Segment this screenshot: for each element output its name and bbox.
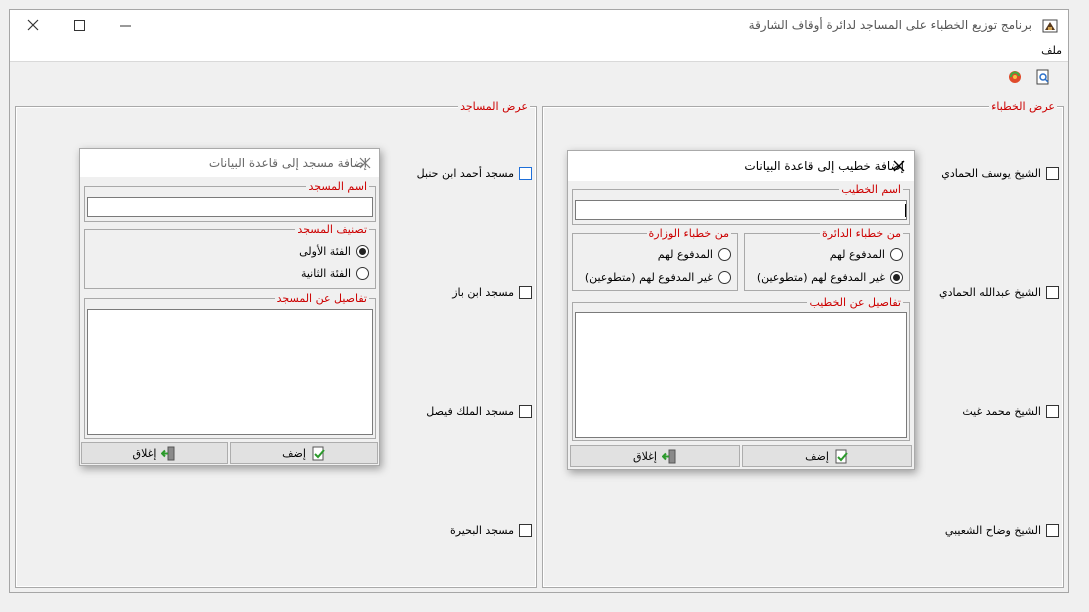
menu-file[interactable]: ملف — [1041, 44, 1062, 57]
add-mosque-dialog-titlebar[interactable]: إضافة مسجد إلى قاعدة البيانات — [80, 149, 379, 177]
exit-icon — [661, 449, 676, 463]
preacher-checkbox[interactable] — [1046, 524, 1059, 537]
preacher-name-input[interactable] — [575, 200, 907, 220]
mosque-details-textarea[interactable] — [87, 309, 373, 435]
minimize-icon — [119, 25, 131, 26]
category-first-option[interactable]: الفئة الأولى — [299, 245, 369, 258]
mosque-checkbox[interactable] — [519, 286, 532, 299]
maximize-icon — [73, 19, 85, 31]
add-icon — [835, 449, 848, 463]
preachers-panel-title: عرض الخطباء — [989, 100, 1057, 113]
mosque-checkbox[interactable] — [519, 167, 532, 180]
mosque-category-group: تصنيف المسجد الفئة الأولى الفئة الثانية — [84, 223, 376, 289]
radio-button[interactable] — [356, 245, 369, 258]
add-preacher-dialog-titlebar[interactable]: إضافة خطيب إلى قاعدة البيانات — [568, 151, 914, 181]
add-preacher-button[interactable]: إضف — [742, 445, 912, 467]
mosque-name-input[interactable] — [87, 197, 373, 217]
dept-unpaid-option[interactable]: غير المدفوع لهم (متطوعين) — [757, 271, 903, 284]
mosque-name-label: اسم المسجد — [306, 180, 369, 193]
mosque-item[interactable]: مسجد ابن باز — [452, 286, 532, 299]
preacher-name-label: اسم الخطيب — [839, 183, 903, 196]
mosque-category-label: تصنيف المسجد — [295, 223, 369, 236]
dept-preachers-group: من خطباء الدائرة المدفوع لهم غير المدفوع… — [744, 227, 910, 291]
radio-button[interactable] — [356, 267, 369, 280]
radio-button[interactable] — [718, 248, 731, 261]
add-preacher-dialog-title: إضافة خطيب إلى قاعدة البيانات — [744, 159, 904, 173]
add-mosque-dialog-title: إضافة مسجد إلى قاعدة البيانات — [208, 156, 367, 170]
mosque-details-label: تفاصيل عن المسجد — [274, 292, 369, 305]
menu-bar: ملف — [10, 42, 1068, 62]
add-preacher-dialog: إضافة خطيب إلى قاعدة البيانات اسم الخطيب… — [567, 150, 915, 470]
mosque-details-group: تفاصيل عن المسجد — [84, 292, 376, 439]
dept-paid-option[interactable]: المدفوع لهم — [830, 248, 903, 261]
mosque-checkbox[interactable] — [519, 405, 532, 418]
ministry-preachers-label: من خطباء الوزارة — [646, 227, 731, 240]
add-mosque-button[interactable]: إضف — [230, 442, 378, 464]
refresh-icon[interactable] — [1006, 68, 1024, 86]
app-icon — [1042, 19, 1058, 33]
close-icon — [27, 19, 39, 31]
window-title: برنامج توزيع الخطباء على المساجد لدائرة … — [748, 18, 1032, 32]
mosque-item[interactable]: مسجد الملك فيصل — [426, 405, 532, 418]
close-icon[interactable] — [893, 160, 905, 172]
ministry-preachers-group: من خطباء الوزارة المدفوع لهم غير المدفوع… — [572, 227, 738, 291]
preacher-checkbox[interactable] — [1046, 405, 1059, 418]
preview-icon[interactable] — [1034, 68, 1052, 86]
dept-preachers-label: من خطباء الدائرة — [819, 227, 903, 240]
preacher-name-group: اسم الخطيب — [572, 183, 910, 225]
ministry-paid-option[interactable]: المدفوع لهم — [658, 248, 731, 261]
minimize-button[interactable] — [102, 10, 148, 40]
radio-button[interactable] — [890, 271, 903, 284]
mosques-panel-title: عرض المساجد — [458, 100, 530, 113]
preacher-item[interactable]: الشيخ يوسف الحمادي — [941, 167, 1059, 180]
preacher-details-label: تفاصيل عن الخطيب — [807, 296, 903, 309]
mosque-item[interactable]: مسجد أحمد ابن حنبل — [417, 167, 532, 180]
category-second-option[interactable]: الفئة الثانية — [301, 267, 369, 280]
add-icon — [312, 446, 325, 460]
preacher-details-group: تفاصيل عن الخطيب — [572, 296, 910, 441]
ministry-unpaid-option[interactable]: غير المدفوع لهم (متطوعين) — [585, 271, 731, 284]
mosque-name-group: اسم المسجد — [84, 180, 376, 222]
radio-button[interactable] — [718, 271, 731, 284]
mosque-checkbox[interactable] — [519, 524, 532, 537]
mosque-item[interactable]: مسجد البحيرة — [450, 524, 532, 537]
close-preacher-dialog-button[interactable]: إغلاق — [570, 445, 740, 467]
preacher-checkbox[interactable] — [1046, 167, 1059, 180]
preacher-details-textarea[interactable] — [575, 312, 907, 438]
close-button[interactable] — [10, 10, 56, 40]
add-mosque-dialog: إضافة مسجد إلى قاعدة البيانات اسم المسجد… — [79, 148, 380, 466]
preacher-item[interactable]: الشيخ محمد غيث — [962, 405, 1059, 418]
exit-icon — [161, 446, 175, 460]
preacher-item[interactable]: الشيخ عبدالله الحمادي — [939, 286, 1059, 299]
preacher-item[interactable]: الشيخ وضاح الشعيبي — [945, 524, 1059, 537]
radio-button[interactable] — [890, 248, 903, 261]
maximize-button[interactable] — [56, 10, 102, 40]
close-icon[interactable] — [359, 157, 371, 169]
close-mosque-dialog-button[interactable]: إغلاق — [81, 442, 228, 464]
title-bar[interactable]: برنامج توزيع الخطباء على المساجد لدائرة … — [10, 10, 1068, 42]
preacher-checkbox[interactable] — [1046, 286, 1059, 299]
